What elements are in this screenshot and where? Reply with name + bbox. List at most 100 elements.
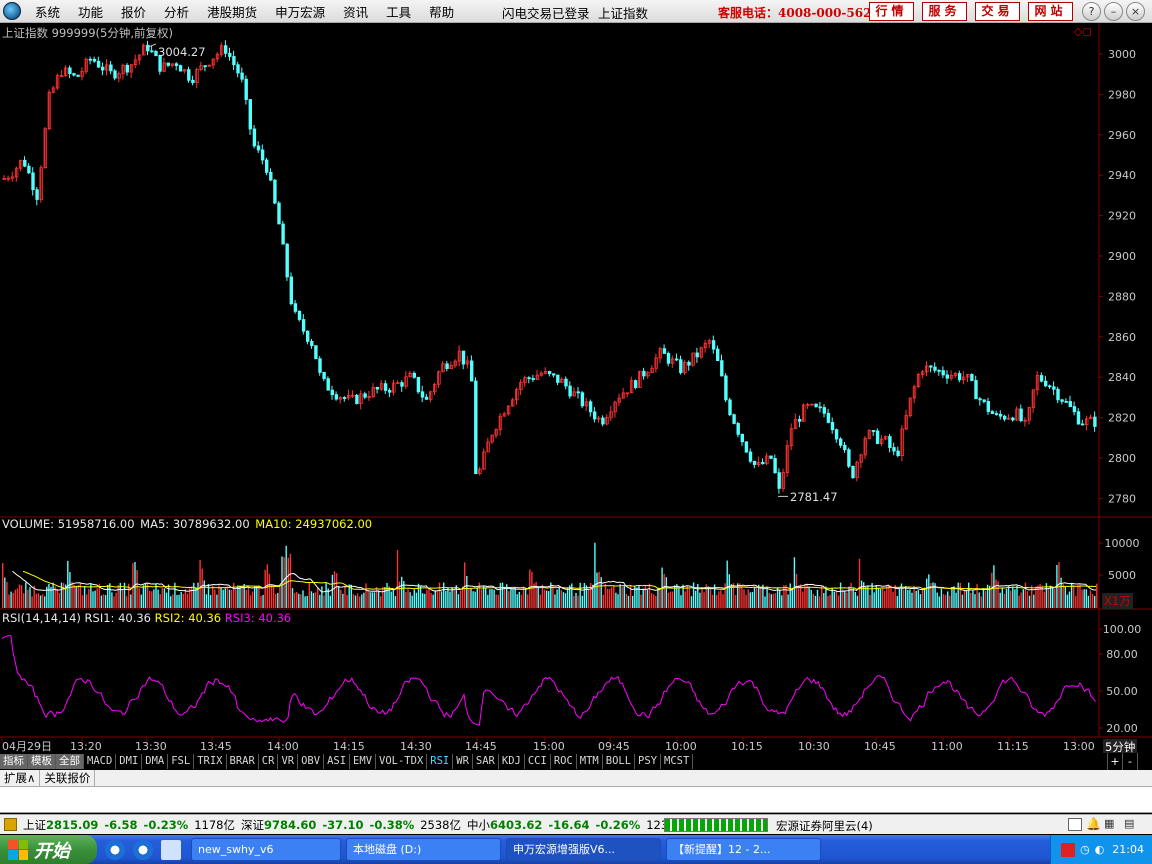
tab---[interactable]: 模板 [28,754,56,769]
task-browser-reminder[interactable]: 【新提醒】12 - 2... [666,838,821,861]
volume-bar [165,592,168,608]
tab-boll[interactable]: BOLL [603,754,636,769]
volume-bar [338,586,340,608]
volume-bar [29,587,31,608]
tab-obv[interactable]: OBV [298,754,325,769]
tab-cci[interactable]: CCI [525,754,551,769]
expand-tab[interactable]: 扩展∧ [0,770,41,786]
show-desktop-icon[interactable] [161,839,181,860]
tab---[interactable]: 全部 [56,754,84,769]
volume-bar [86,594,88,608]
volume-bar [837,595,840,608]
tab-wr[interactable]: WR [453,754,473,769]
menu-item-swhy[interactable]: 申万宏源 [266,2,334,21]
volume-bar [928,574,930,608]
task-folder-swhy[interactable]: new_swhy_v6 [191,838,341,861]
volume-bar [377,590,380,608]
volume-bar [1033,594,1035,608]
tab-dma[interactable]: DMA [142,754,169,769]
close-icon[interactable]: × [1126,2,1145,21]
menu-item-help[interactable]: 帮助 [420,2,463,21]
tab-emv[interactable]: EMV [350,754,377,769]
volume-bar [249,595,252,608]
candle-body [400,382,404,387]
menu-item-analysis[interactable]: 分析 [155,2,198,21]
tab-trix[interactable]: TRIX [194,754,227,769]
extension-panel [0,787,1152,813]
volume-bar [430,593,432,608]
volume-bar [293,592,296,608]
candle-body [256,145,261,151]
ie-icon[interactable] [105,839,125,860]
trade-button[interactable]: 交易 [975,2,1020,21]
menu-item-hk-futures[interactable]: 港股期货 [198,2,266,21]
task-local-disk[interactable]: 本地磁盘 (D:) [346,838,501,861]
candle-body [277,202,281,225]
pane-resize-icon[interactable]: ◇◻ [1074,25,1092,38]
tab-sar[interactable]: SAR [473,754,499,769]
tab-kdj[interactable]: KDJ [499,754,525,769]
volume-bar [426,589,428,608]
volume-bar [151,591,153,608]
tab-dmi[interactable]: DMI [116,754,143,769]
ie-icon-2[interactable] [133,839,153,860]
website-button[interactable]: 网站 [1028,2,1073,21]
tab-mtm[interactable]: MTM [577,754,603,769]
volume-bar [745,594,747,608]
menu-item-function[interactable]: 功能 [69,2,112,21]
tab-brar[interactable]: BRAR [227,754,259,769]
tab-roc[interactable]: ROC [551,754,577,769]
rsi3-value: 40.36 [258,611,292,625]
tab-remove-button[interactable]: - [1122,753,1137,770]
volume-bar [554,594,556,608]
volume-bar [514,587,516,608]
tray-volume-icon[interactable]: ◐ [1095,843,1105,856]
volume-bar [300,594,302,608]
volume-bar [743,589,745,608]
tray-app-icon[interactable] [1061,842,1076,857]
start-button[interactable]: 开始 [0,835,97,864]
volume-bar [16,588,19,608]
settings-icon[interactable]: ▤ [1124,817,1134,830]
tab-psy[interactable]: PSY [635,754,662,769]
menu-item-tools[interactable]: 工具 [377,2,420,21]
tab-vol-tdx[interactable]: VOL-TDX [376,754,428,769]
volume-bar [107,584,109,608]
menu-item-news[interactable]: 资讯 [334,2,377,21]
volume-bar [197,582,199,608]
market-button[interactable]: 行情 [869,2,914,21]
tab-mcst[interactable]: MCST [661,754,694,769]
sz-name[interactable]: 深证 [241,817,264,833]
sh-name[interactable]: 上证 [23,817,46,833]
volume-bar [867,586,869,608]
volume-bar [222,589,224,608]
tab---[interactable]: 指标 [0,754,28,769]
volume-bar [1003,593,1006,608]
task-swhy-app[interactable]: 申万宏源增强版V6... [506,838,661,861]
candle-body [892,447,896,452]
window-icon[interactable] [1068,818,1082,831]
tab-fsl[interactable]: FSL [168,754,195,769]
tab-rsi[interactable]: RSI [427,754,454,769]
tab-asi[interactable]: ASI [324,754,351,769]
kline-chart[interactable]: 3000 2980 2960 2940 2920 2900 2880 2860 2840 2820… [0,23,1152,753]
related-quotes-tab[interactable]: 关联报价 [40,770,96,786]
candle-body [736,423,740,435]
tab-cr[interactable]: CR [259,754,279,769]
service-button[interactable]: 服务 [922,2,967,21]
tools-icon[interactable]: ▦ [1104,817,1114,830]
tab-macd[interactable]: MACD [84,754,117,769]
minimize-icon[interactable]: – [1104,2,1123,21]
tab-add-button[interactable]: + [1107,753,1122,770]
tab-vr[interactable]: VR [278,754,299,769]
menu-item-system[interactable]: 系统 [26,2,69,21]
volume-bar [1091,594,1094,608]
zx-name[interactable]: 中小 [467,817,490,833]
broker-server[interactable]: 宏源证券阿里云(4) [776,818,873,834]
tray-network-icon[interactable]: ◷ [1080,843,1090,856]
help-icon[interactable]: ? [1082,2,1101,21]
candle-body [634,380,638,388]
tab-menu-button[interactable] [1137,753,1152,770]
bell-icon[interactable]: 🔔 [1086,817,1101,831]
menu-item-quote[interactable]: 报价 [112,2,155,21]
